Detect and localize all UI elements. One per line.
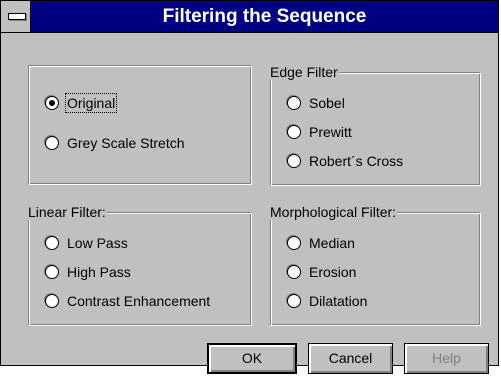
window-title: Filtering the Sequence [162, 6, 367, 27]
morphological-filter-group: Morphological Filter: Median Erosion Dil… [269, 204, 481, 326]
radio-button-icon [287, 154, 301, 168]
radio-button-icon [287, 236, 301, 250]
radio-low-pass[interactable]: Low Pass [45, 233, 128, 253]
radio-button-icon [45, 236, 59, 250]
radio-original-label: Original [64, 93, 118, 113]
linear-filter-group: Linear Filter: Low Pass High Pass Contra… [27, 204, 252, 326]
help-button[interactable]: Help [404, 343, 489, 374]
radio-grey-scale-stretch[interactable]: Grey Scale Stretch [45, 133, 185, 153]
radio-low-pass-label: Low Pass [67, 235, 128, 251]
system-menu-bar-glyph [8, 13, 26, 20]
ok-button[interactable]: OK [207, 343, 297, 374]
radio-button-icon [45, 265, 59, 279]
radio-median[interactable]: Median [287, 233, 355, 253]
radio-button-icon [287, 125, 301, 139]
radio-button-icon [45, 96, 59, 110]
radio-sobel[interactable]: Sobel [287, 93, 345, 113]
radio-original[interactable]: Original [45, 93, 118, 113]
system-menu-icon[interactable] [1, 1, 31, 32]
morphological-filter-legend: Morphological Filter: [269, 204, 398, 220]
radio-button-icon [287, 294, 301, 308]
edge-filter-legend: Edge Filter [269, 64, 339, 80]
preprocess-group: Original Grey Scale Stretch [28, 65, 252, 185]
radio-button-icon [45, 136, 59, 150]
radio-roberts-cross-label: Robert´s Cross [309, 153, 404, 169]
radio-dilatation-label: Dilatation [309, 293, 368, 309]
radio-button-icon [287, 96, 301, 110]
cancel-button[interactable]: Cancel [308, 343, 393, 374]
radio-button-icon [45, 294, 59, 308]
title-bar: Filtering the Sequence [1, 1, 498, 33]
radio-high-pass-label: High Pass [67, 264, 131, 280]
edge-filter-group: Edge Filter Sobel Prewitt Robert´s Cross [269, 64, 481, 186]
filtering-dialog: Filtering the Sequence Original Grey Sca… [0, 0, 499, 374]
radio-prewitt[interactable]: Prewitt [287, 122, 352, 142]
radio-contrast-enhancement[interactable]: Contrast Enhancement [45, 291, 210, 311]
radio-button-icon [287, 265, 301, 279]
radio-high-pass[interactable]: High Pass [45, 262, 131, 282]
radio-median-label: Median [309, 235, 355, 251]
radio-dilatation[interactable]: Dilatation [287, 291, 367, 311]
radio-roberts-cross[interactable]: Robert´s Cross [287, 151, 403, 171]
radio-erosion[interactable]: Erosion [287, 262, 356, 282]
radio-erosion-label: Erosion [309, 264, 357, 280]
radio-sobel-label: Sobel [309, 95, 345, 111]
radio-grey-scale-stretch-label: Grey Scale Stretch [67, 135, 185, 151]
radio-prewitt-label: Prewitt [309, 124, 352, 140]
radio-contrast-enhancement-label: Contrast Enhancement [67, 293, 211, 309]
linear-filter-legend: Linear Filter: [27, 204, 107, 220]
